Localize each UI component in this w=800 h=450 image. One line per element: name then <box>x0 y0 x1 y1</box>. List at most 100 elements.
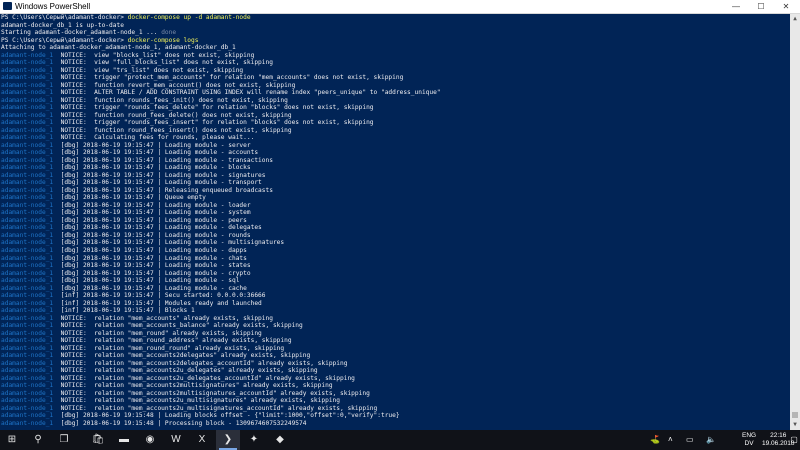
maximize-button[interactable]: ☐ <box>749 0 773 13</box>
container-prefix: adamant-node_1 <box>1 59 54 67</box>
console-line: adamant-node_1 NOTICE: function rounds_f… <box>1 97 789 105</box>
store-icon[interactable]: 🛍 <box>86 430 110 450</box>
console-line: Starting adamant-docker_adamant-node_1 .… <box>1 29 789 37</box>
console-line: adamant-node_1 NOTICE: relation "mem_acc… <box>1 375 789 383</box>
console-line: PS C:\Users\Серый\adamant-docker> docker… <box>1 14 789 22</box>
close-button[interactable]: ✕ <box>774 0 798 13</box>
container-prefix: adamant-node_1 <box>1 284 54 292</box>
console-text: [dbg] 2018-06-19 19:15:48 | Loading bloc… <box>53 412 400 420</box>
task-view-icon[interactable]: ❐ <box>52 430 76 450</box>
console-text: [dbg] 2018-06-19 19:15:47 | Loading modu… <box>53 171 266 179</box>
container-prefix: adamant-node_1 <box>1 337 54 345</box>
console-line: adamant-node_1 [dbg] 2018-06-19 19:15:47… <box>1 142 789 150</box>
console-line: adamant-node_1 NOTICE: relation "mem_acc… <box>1 397 789 405</box>
console-line: adamant-node_1 [dbg] 2018-06-19 19:15:47… <box>1 194 789 202</box>
container-prefix: adamant-node_1 <box>1 171 54 179</box>
console-line: adamant-node_1 [dbg] 2018-06-19 19:15:47… <box>1 202 789 210</box>
console-line: adamant-node_1 NOTICE: function revert_m… <box>1 82 789 90</box>
console-line: adamant-node_1 [inf] 2018-06-19 19:15:47… <box>1 307 789 315</box>
console-text: NOTICE: function revert_mem_account() do… <box>53 81 296 89</box>
container-prefix: adamant-node_1 <box>1 96 54 104</box>
language-indicator[interactable]: ENG DV <box>742 432 756 448</box>
powershell-icon[interactable]: ❯ <box>216 430 240 450</box>
volume-icon[interactable]: 🔈 <box>706 430 716 450</box>
console-line: adamant-node_1 NOTICE: relation "mem_acc… <box>1 382 789 390</box>
language-code: ENG <box>742 432 757 439</box>
console-line: adamant-node_1 [dbg] 2018-06-19 19:15:47… <box>1 179 789 187</box>
container-prefix: adamant-node_1 <box>1 216 54 224</box>
console-line: adamant-node_1 [dbg] 2018-06-19 19:15:47… <box>1 187 789 195</box>
scroll-up-icon[interactable]: ▲ <box>790 14 800 24</box>
vertical-scrollbar[interactable]: ▲ ▼ <box>790 14 800 430</box>
scrollbar-thumb[interactable] <box>792 412 798 418</box>
console-text: NOTICE: trigger "protect_mem_accounts" f… <box>53 74 404 82</box>
vm-icon[interactable]: ✦ <box>242 430 266 450</box>
console-command: docker-compose logs <box>127 36 199 44</box>
container-prefix: adamant-node_1 <box>1 262 54 270</box>
status-suffix: done <box>161 29 177 37</box>
console-line: adamant-node_1 NOTICE: relation "mem_acc… <box>1 322 789 330</box>
word-icon[interactable]: W <box>164 430 188 450</box>
console-line: adamant-node_1 NOTICE: relation "mem_acc… <box>1 360 789 368</box>
container-prefix: adamant-node_1 <box>1 74 54 82</box>
console-text: [dbg] 2018-06-19 19:15:47 | Loading modu… <box>53 164 251 172</box>
app-icon[interactable]: ◆ <box>268 430 292 450</box>
console-line: adamant-node_1 NOTICE: trigger "rounds_f… <box>1 119 789 127</box>
console-command: docker-compose up -d adamant-node <box>127 14 251 21</box>
console-text: NOTICE: trigger "rounds_fees_delete" for… <box>53 104 374 112</box>
container-prefix: adamant-node_1 <box>1 367 54 375</box>
console-text: NOTICE: function rounds_fees_init() does… <box>53 96 288 104</box>
chevron-up-icon[interactable]: ˄ <box>668 430 673 450</box>
console-line: adamant-node_1 NOTICE: function round_fe… <box>1 112 789 120</box>
container-prefix: adamant-node_1 <box>1 322 54 330</box>
console-text: [dbg] 2018-06-19 19:15:47 | Loading modu… <box>53 277 240 285</box>
console-text: [dbg] 2018-06-19 19:15:47 | Loading modu… <box>53 269 251 277</box>
console-line: adamant-node_1 [dbg] 2018-06-19 19:15:47… <box>1 209 789 217</box>
console-text: adamant-docker_db_1 is up-to-date <box>1 21 124 29</box>
explorer-icon[interactable]: ▬ <box>112 430 136 450</box>
console-text: [dbg] 2018-06-19 19:15:47 | Loading modu… <box>53 224 262 232</box>
container-prefix: adamant-node_1 <box>1 352 54 360</box>
window-title: Windows PowerShell <box>15 2 91 11</box>
console-line: adamant-node_1 NOTICE: relation "mem_acc… <box>1 352 789 360</box>
console-text: NOTICE: function round_fees_insert() doe… <box>53 126 292 134</box>
console-text: [dbg] 2018-06-19 19:15:47 | Loading modu… <box>53 141 251 149</box>
container-prefix: adamant-node_1 <box>1 111 54 119</box>
console-line: adamant-node_1 [dbg] 2018-06-19 19:15:47… <box>1 255 789 263</box>
console-text: NOTICE: trigger "rounds_fees_insert" for… <box>53 119 374 127</box>
console-line: adamant-node_1 NOTICE: relation "mem_acc… <box>1 315 789 323</box>
network-icon[interactable]: ▭ <box>686 430 694 450</box>
container-prefix: adamant-node_1 <box>1 81 54 89</box>
keyboard-layout: DV <box>744 440 754 447</box>
console-output[interactable]: PS C:\Users\Серый\adamant-docker> docker… <box>0 14 789 430</box>
console-line: adamant-node_1 [dbg] 2018-06-19 19:15:47… <box>1 285 789 293</box>
notification-icon[interactable]: ▢ <box>788 430 800 450</box>
people-icon[interactable]: ⛳ <box>650 430 660 450</box>
taskbar: ⊞ ⚲ ❐ 🛍 ▬ ◉ W X ❯ ✦ ◆ ⛳ ˄ ▭ 🔈 ENG DV 22:16 19.0… <box>0 430 800 450</box>
container-prefix: adamant-node_1 <box>1 344 54 352</box>
console-text: NOTICE: view "blocks_list" does not exis… <box>53 51 255 59</box>
minimize-button[interactable]: — <box>724 0 748 13</box>
container-prefix: adamant-node_1 <box>1 89 54 97</box>
console-line: adamant-node_1 NOTICE: view "blocks_list… <box>1 52 789 60</box>
console-line: adamant-node_1 NOTICE: view "full_blocks… <box>1 59 789 67</box>
container-prefix: adamant-node_1 <box>1 209 54 217</box>
start-button[interactable]: ⊞ <box>0 430 24 450</box>
console-line: adamant-node_1 NOTICE: relation "mem_rou… <box>1 345 789 353</box>
container-prefix: adamant-node_1 <box>1 404 54 412</box>
console-line: adamant-node_1 [dbg] 2018-06-19 19:15:47… <box>1 232 789 240</box>
console-line: adamant-node_1 [dbg] 2018-06-19 19:15:47… <box>1 224 789 232</box>
console-text: NOTICE: relation "mem_accounts2multisign… <box>53 389 370 397</box>
chrome-icon[interactable]: ◉ <box>138 430 162 450</box>
console-text: NOTICE: relation "mem_accounts2u_delegat… <box>53 367 318 375</box>
console-text: [dbg] 2018-06-19 19:15:47 | Loading modu… <box>53 284 247 292</box>
container-prefix: adamant-node_1 <box>1 374 54 382</box>
search-icon[interactable]: ⚲ <box>26 430 50 450</box>
console-line: adamant-node_1 NOTICE: relation "mem_acc… <box>1 390 789 398</box>
console-text: Starting adamant-docker_adamant-node_1 .… <box>1 29 162 37</box>
excel-icon[interactable]: X <box>190 430 214 450</box>
console-text: [dbg] 2018-06-19 19:15:47 | Queue empty <box>53 194 206 202</box>
console-text: [dbg] 2018-06-19 19:15:48 | Processing b… <box>53 419 307 427</box>
scroll-down-icon[interactable]: ▼ <box>790 420 800 430</box>
container-prefix: adamant-node_1 <box>1 119 54 127</box>
